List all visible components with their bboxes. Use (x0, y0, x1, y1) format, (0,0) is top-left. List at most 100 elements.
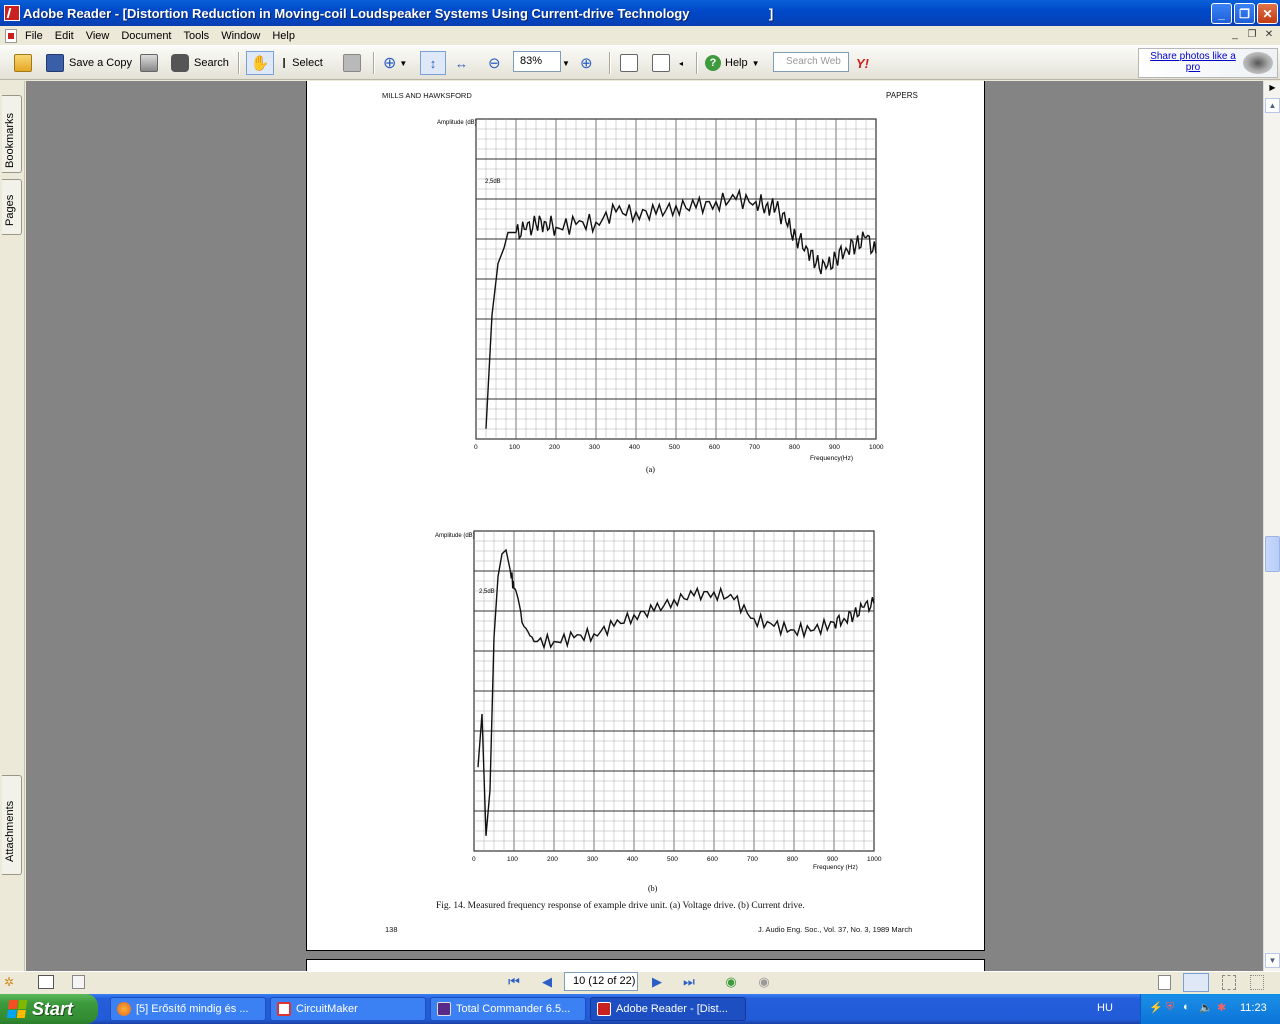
volume-icon[interactable]: 🔈 (1199, 1001, 1213, 1014)
page-size-icon[interactable] (38, 975, 54, 989)
plus-circle-icon: ⊕ (580, 55, 593, 72)
page-number: 138 (385, 925, 398, 934)
previous-view-button[interactable]: ◉ (722, 973, 740, 990)
panel-expand-button[interactable]: ▶ (1265, 81, 1280, 96)
zoom-in-button[interactable]: ⊕ (580, 51, 593, 75)
doc-restore-button[interactable]: ❐ (1245, 29, 1259, 42)
camera-icon (343, 54, 361, 72)
page-number-input[interactable]: 10 (12 of 22) (564, 972, 638, 991)
task-firefox[interactable]: [5] Erősítő mindig és ... (110, 997, 266, 1021)
save-copy-button[interactable]: Save a Copy (46, 51, 132, 75)
tab-pages[interactable]: Pages (2, 179, 22, 235)
vertical-scrollbar[interactable]: ▶ ▲ ▼ (1263, 81, 1280, 971)
document-icon[interactable] (5, 28, 17, 43)
promo-link[interactable]: Share photos like a pro (1143, 51, 1243, 73)
next-page-button[interactable]: ▶ (648, 973, 666, 990)
fit-width-button[interactable]: ↔ (455, 51, 468, 75)
menu-window[interactable]: Window (215, 30, 266, 42)
page-header-left: MILLS AND HAWKSFORD (382, 91, 472, 100)
doc-minimize-button[interactable]: _ (1228, 29, 1242, 42)
task-circuitmaker[interactable]: CircuitMaker (270, 997, 426, 1021)
magnifier-icon: ⊕ (383, 55, 397, 72)
x-tick-label: 300 (589, 444, 600, 451)
search-button[interactable]: Search (171, 51, 229, 75)
x-tick-label: 400 (629, 444, 640, 451)
menu-view[interactable]: View (80, 30, 116, 42)
continuous-page-icon[interactable] (1183, 973, 1209, 992)
folder-open-icon (14, 54, 32, 72)
print-button[interactable] (140, 51, 158, 75)
pages-label: Pages (4, 194, 16, 226)
previous-page-button[interactable]: ◀ (538, 973, 556, 990)
doc-close-button[interactable]: ✕ (1262, 29, 1276, 42)
snapshot-button[interactable] (343, 51, 361, 75)
tab-attachments[interactable]: Attachments (2, 775, 22, 875)
search-web-input[interactable]: Search Web (773, 52, 849, 72)
menu-file[interactable]: File (19, 30, 49, 42)
chart-a-grid (475, 118, 877, 440)
task-total-commander[interactable]: Total Commander 6.5... (430, 997, 586, 1021)
continuous-facing-icon[interactable] (1250, 975, 1264, 990)
open-button[interactable] (14, 51, 32, 75)
rotate-button[interactable] (620, 51, 638, 75)
fit-page-button[interactable]: ↕ (420, 51, 446, 75)
scroll-up-button[interactable]: ▲ (1265, 98, 1280, 113)
close-button[interactable]: ✕ (1257, 3, 1278, 24)
minimize-button[interactable]: _ (1211, 3, 1232, 24)
x-tick-label: 1000 (869, 444, 884, 451)
next-view-button[interactable]: ◉ (755, 973, 773, 990)
zoom-input[interactable]: 83% (513, 51, 561, 72)
shield-icon[interactable]: ⛨ (1166, 1001, 1174, 1014)
chart-a-scale: 2,5dB (485, 179, 501, 185)
binoculars-icon (171, 54, 189, 72)
help-icon: ? (705, 55, 721, 71)
help-button[interactable]: ? Help ▼ (705, 51, 760, 75)
language-indicator[interactable]: HU (1097, 1002, 1113, 1014)
start-button[interactable]: Start (0, 994, 98, 1024)
scroll-down-button[interactable]: ▼ (1265, 953, 1280, 968)
chevron-down-icon: ▼ (399, 58, 408, 68)
sun-icon[interactable]: ✲ (4, 975, 14, 989)
figure-caption: Fig. 14. Measured frequency response of … (436, 901, 805, 911)
x-tick-label: 800 (789, 444, 800, 451)
security-icon[interactable]: ◐ (1183, 1001, 1190, 1013)
select-tool-button[interactable]: I Select (282, 51, 323, 75)
tab-bookmarks[interactable]: Bookmarks (2, 95, 22, 173)
task-adobe-reader[interactable]: Adobe Reader - [Dist... (590, 997, 746, 1021)
page-header-right: PAPERS (886, 91, 918, 100)
chart-a-label: (a) (646, 465, 655, 474)
menu-help[interactable]: Help (266, 30, 301, 42)
chart-b-scale: 2,5dB (479, 589, 495, 595)
fit-width-icon: ↔ (455, 55, 468, 71)
rotate-ccw-button[interactable]: ◂ (652, 51, 683, 75)
x-tick-label: 200 (547, 856, 558, 863)
title-bar: Adobe Reader - [Distortion Reduction in … (0, 0, 1280, 26)
x-tick-label: 500 (667, 856, 678, 863)
x-tick-label: 200 (549, 444, 560, 451)
zoom-dropdown-button[interactable]: ▼ (562, 51, 570, 75)
floppy-icon (437, 1002, 451, 1016)
first-page-button[interactable]: ⏮ (505, 973, 523, 990)
zoom-in-tool-button[interactable]: ⊕ ▼ (383, 51, 407, 75)
maximize-button[interactable]: ❐ (1234, 3, 1255, 24)
hand-tool-button[interactable]: ✋ (246, 51, 274, 75)
scroll-thumb[interactable] (1265, 536, 1280, 572)
network-icon[interactable]: ⚡ (1149, 1001, 1163, 1014)
document-properties-icon[interactable] (72, 975, 85, 989)
menu-edit[interactable]: Edit (49, 30, 80, 42)
menu-document[interactable]: Document (115, 30, 177, 42)
last-page-button[interactable]: ⏭ (680, 973, 698, 990)
single-page-icon[interactable] (1158, 975, 1171, 990)
yahoo-button[interactable]: Y! (856, 51, 869, 75)
facing-page-icon[interactable] (1222, 975, 1236, 990)
menu-tools[interactable]: Tools (178, 30, 216, 42)
zoom-out-button[interactable]: ⊖ (488, 51, 501, 75)
chart-b: Amplitude (dB) 2,5dB Frequency (Hz) (b) … (435, 530, 882, 893)
document-view[interactable]: MILLS AND HAWKSFORD PAPERS Amplitude (dB… (26, 81, 1263, 971)
x-tick-label: 700 (747, 856, 758, 863)
x-tick-label: 0 (474, 444, 478, 451)
bluetooth-icon[interactable]: ✱ (1217, 1001, 1226, 1014)
promo-banner[interactable]: Share photos like a pro (1138, 48, 1278, 78)
chevron-down-icon: ▼ (562, 58, 570, 68)
chart-b-xlabel: Frequency (Hz) (813, 864, 858, 871)
